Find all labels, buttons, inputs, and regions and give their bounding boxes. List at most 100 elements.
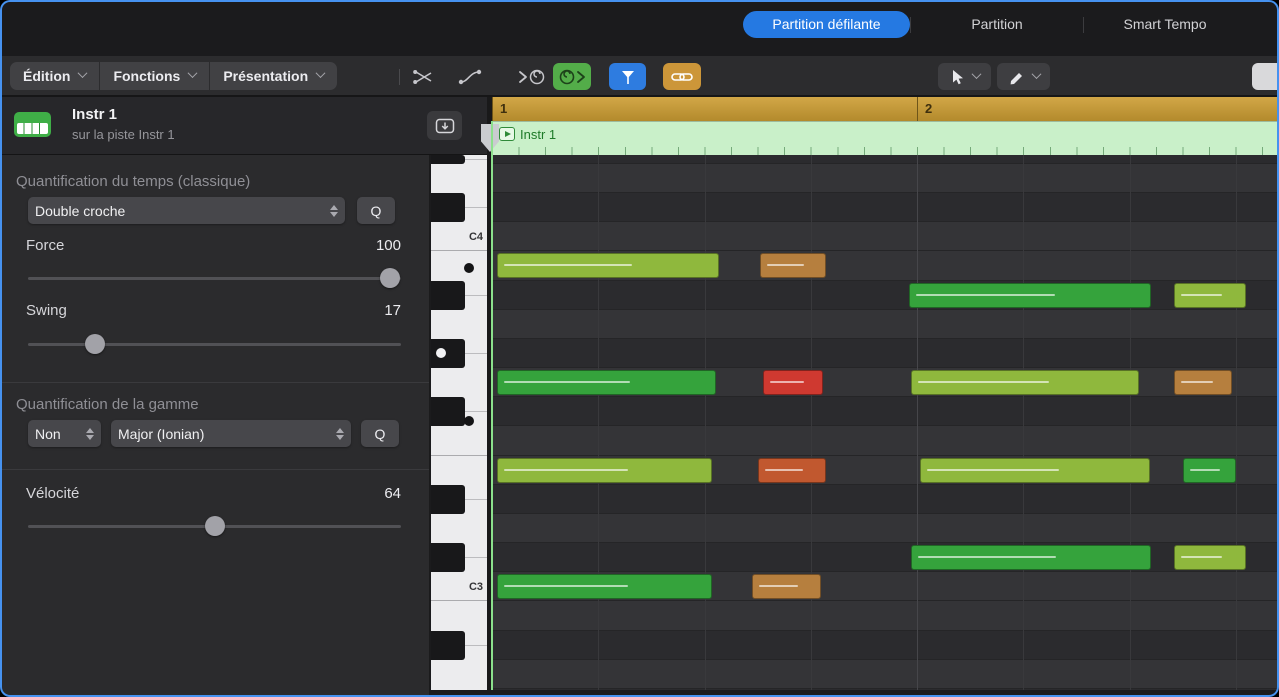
pencil-tool-button[interactable]	[997, 63, 1050, 90]
pointer-tool-button[interactable]	[938, 63, 991, 90]
velocity-line	[504, 381, 630, 383]
piano-key-C#3[interactable]	[431, 543, 487, 572]
playhead-line[interactable]	[491, 121, 493, 690]
midi-draw-icon	[458, 69, 484, 85]
velocity-line	[759, 585, 798, 587]
piano-key-C4[interactable]: C4	[431, 222, 487, 251]
midi-note-G3[interactable]	[497, 370, 716, 395]
scale-type-value: Major (Ionian)	[118, 426, 204, 442]
midi-note-C3[interactable]	[497, 574, 712, 599]
velocity-line	[918, 381, 1049, 383]
piano-keyboard[interactable]: C4 C3	[431, 155, 487, 690]
piano-key-B2[interactable]	[431, 601, 487, 630]
piano-key-G3[interactable]	[431, 368, 487, 397]
swing-param: Swing 17	[26, 302, 401, 319]
piano-key-D#3[interactable]	[431, 485, 487, 514]
midi-note-E3[interactable]	[1183, 458, 1236, 483]
midi-note-B3[interactable]	[760, 253, 826, 278]
velocity-line	[765, 469, 803, 471]
midi-out-button[interactable]	[553, 63, 591, 90]
chevron-down-icon	[188, 68, 198, 78]
link-icon	[670, 70, 694, 84]
tab-partition[interactable]: Partition	[911, 11, 1083, 38]
midi-draw-button[interactable]	[448, 63, 494, 90]
section-divider	[0, 382, 429, 383]
region-ruler-ticks	[492, 147, 1279, 155]
piano-key-D3[interactable]	[431, 514, 487, 543]
split-notes-button[interactable]	[405, 63, 441, 90]
local-inspector-toggle-button[interactable]	[427, 111, 462, 140]
midi-note-A#3[interactable]	[909, 283, 1151, 308]
midi-note-E3[interactable]	[758, 458, 826, 483]
partial-toolbar-button[interactable]	[1252, 63, 1279, 90]
piano-key-E3[interactable]	[431, 456, 487, 485]
midi-note-C#3[interactable]	[1174, 545, 1246, 570]
slider-thumb[interactable]	[380, 268, 400, 288]
window-tab-bar: Partition défilante Partition Smart Temp…	[0, 0, 1279, 56]
time-quantize-apply-button[interactable]: Q	[357, 197, 395, 224]
velocity-slider[interactable]	[28, 516, 401, 536]
midi-note-G3[interactable]	[1174, 370, 1232, 395]
scale-type-select[interactable]: Major (Ionian)	[111, 420, 351, 447]
tab-smart-tempo[interactable]: Smart Tempo	[1084, 11, 1246, 38]
ruler-bar-1: 1	[492, 97, 507, 121]
midi-in-button[interactable]	[513, 63, 551, 90]
piano-key-A#2[interactable]	[431, 631, 487, 660]
slider-thumb[interactable]	[205, 516, 225, 536]
swing-value: 17	[384, 302, 401, 319]
piano-key-A3[interactable]	[431, 310, 487, 339]
stepper-arrows-icon	[322, 205, 338, 217]
piano-key-A2[interactable]	[431, 660, 487, 689]
velocity-line	[767, 264, 804, 266]
region-play-button[interactable]	[499, 127, 515, 141]
midi-note-A#3[interactable]	[1174, 283, 1246, 308]
midi-note-E3[interactable]	[920, 458, 1150, 483]
velocity-label: Vélocité	[26, 485, 79, 502]
scale-quantize-apply-button[interactable]: Q	[361, 420, 399, 447]
box-down-arrow-icon	[435, 118, 455, 134]
slider-thumb[interactable]	[85, 334, 105, 354]
region-name: Instr 1	[520, 127, 556, 142]
piano-key-F#3[interactable]	[431, 397, 487, 426]
quantize-inspector: Quantification du temps (classique) Doub…	[0, 155, 430, 697]
time-quantize-section-label: Quantification du temps (classique)	[16, 173, 250, 190]
region-header[interactable]: Instr 1	[492, 121, 1279, 155]
strength-slider[interactable]	[28, 268, 401, 288]
midi-note-C#3[interactable]	[911, 545, 1151, 570]
strength-value: 100	[376, 237, 401, 254]
note-grid[interactable]	[492, 155, 1279, 690]
midi-note-B3[interactable]	[497, 253, 719, 278]
black-key	[431, 397, 465, 426]
midi-note-C3[interactable]	[752, 574, 821, 599]
black-key	[431, 543, 465, 572]
velocity-line	[1190, 469, 1220, 471]
piano-key-C3[interactable]: C3	[431, 572, 487, 601]
edition-menu[interactable]: Édition	[10, 62, 99, 90]
piano-key-F3[interactable]	[431, 426, 487, 455]
presentation-menu[interactable]: Présentation	[210, 62, 337, 90]
key-marker-dot	[436, 348, 446, 358]
midi-note-G3[interactable]	[763, 370, 823, 395]
piano-key-D#4[interactable]	[431, 155, 487, 164]
catch-playhead-button[interactable]	[609, 63, 646, 90]
link-mode-button[interactable]	[663, 63, 701, 90]
chevron-down-icon	[971, 69, 981, 79]
midi-note-E3[interactable]	[497, 458, 712, 483]
bar-ruler[interactable]: 12	[492, 97, 1279, 121]
swing-slider[interactable]	[28, 334, 401, 354]
piano-key-A#3[interactable]	[431, 281, 487, 310]
time-quantize-select[interactable]: Double croche	[28, 197, 345, 224]
piano-key-D4[interactable]	[431, 164, 487, 193]
stepper-arrows-icon	[328, 428, 344, 440]
midi-note-G3[interactable]	[911, 370, 1139, 395]
velocity-line	[927, 469, 1059, 471]
tab-partition-defilante[interactable]: Partition défilante	[743, 11, 910, 38]
chevron-down-icon	[316, 68, 326, 78]
strength-param: Force 100	[26, 237, 401, 254]
piano-key-C#4[interactable]	[431, 193, 487, 222]
section-divider	[0, 469, 429, 470]
scale-root-select[interactable]: Non	[28, 420, 101, 447]
fonctions-menu[interactable]: Fonctions	[100, 62, 209, 90]
arrow-cursor-icon	[950, 69, 964, 85]
piano-key-B3[interactable]	[431, 251, 487, 280]
